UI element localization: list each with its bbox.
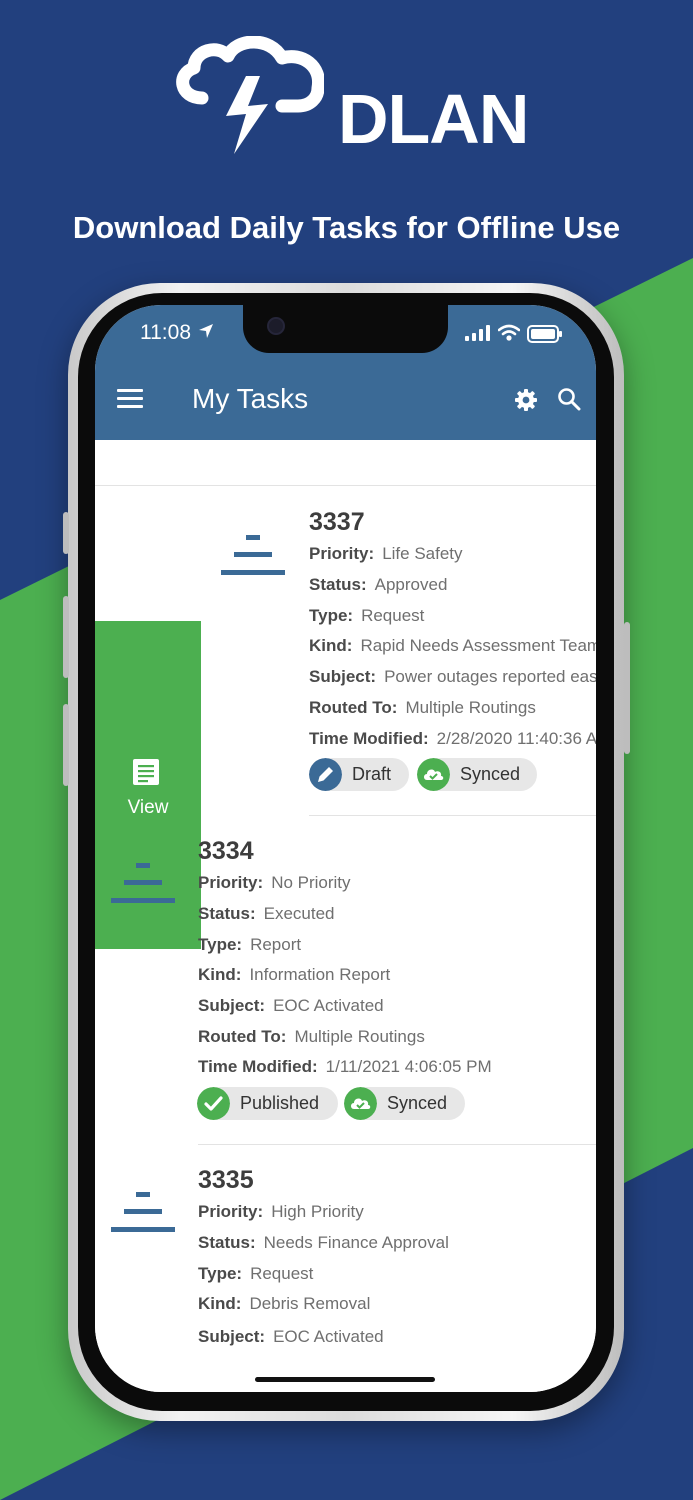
check-icon: [197, 1087, 230, 1120]
phone-power-button: [624, 622, 630, 754]
field-priority: Priority: No Priority: [198, 873, 351, 892]
menu-button[interactable]: [117, 389, 143, 409]
status-badge: Published: [197, 1087, 338, 1120]
field-type: Type: Report: [198, 935, 302, 954]
list-item[interactable]: 3335 Priority: High Priority Status: Needs…: [95, 1144, 596, 1392]
field-routed-to: Routed To: Multiple Routings: [198, 1027, 425, 1046]
phone-volume-down: [63, 704, 69, 786]
priority-bars-icon: [111, 863, 175, 903]
status-bar: 11:08: [95, 305, 596, 359]
location-arrow-icon: [199, 324, 213, 338]
priority-bars-icon: [111, 1192, 175, 1232]
field-kind: Kind: Information Report: [198, 965, 391, 984]
task-list[interactable]: View 3337 Priority: Life Safety Status: Ap…: [95, 440, 596, 1392]
wifi-icon: [498, 324, 520, 341]
menu-icon: [117, 389, 143, 392]
notch: [243, 305, 448, 353]
field-subject: Subject: EOC Activated: [198, 996, 384, 1015]
field-kind: Kind: Rapid Needs Assessment Team: [309, 636, 596, 655]
field-status: Status: Needs Finance Approval: [198, 1233, 449, 1252]
camera: [267, 317, 285, 335]
field-time-modified: Time Modified: 1/11/2021 4:06:05 PM: [198, 1057, 492, 1076]
app-bar: My Tasks: [95, 359, 596, 440]
sync-badge: Synced: [417, 758, 537, 791]
sync-badge: Synced: [344, 1087, 465, 1120]
field-type: Type: Request: [309, 606, 425, 625]
search-icon[interactable]: [557, 387, 581, 411]
cloud-check-icon: [344, 1087, 377, 1120]
cloud-check-icon: [417, 758, 450, 791]
battery-icon: [527, 325, 562, 343]
signal-icon: [465, 325, 490, 341]
field-subject: Subject: Power outages reported east: [309, 667, 596, 686]
phone-screen: 11:08 My Tasks View 3337 Priority: Life …: [95, 305, 596, 1392]
brand-logo: DLAN: [172, 36, 532, 160]
phone-side-button: [63, 512, 69, 554]
field-routed-to: Routed To: Multiple Routings: [309, 698, 536, 717]
headline: Download Daily Tasks for Offline Use: [72, 210, 621, 245]
gear-icon[interactable]: [514, 388, 538, 412]
cloud-lightning-icon: [176, 36, 324, 154]
task-id: 3337: [309, 508, 365, 536]
field-type: Type: Request: [198, 1264, 314, 1283]
page-title: My Tasks: [192, 383, 309, 414]
field-time-modified: Time Modified: 2/28/2020 11:40:36 AM: [309, 729, 596, 748]
status-badge: Draft: [309, 758, 409, 791]
priority-bars-icon: [221, 535, 285, 575]
home-indicator[interactable]: [255, 1377, 435, 1382]
brand-name: DLAN: [338, 80, 529, 158]
field-priority: Priority: High Priority: [198, 1202, 364, 1221]
field-status: Status: Approved: [309, 575, 448, 594]
status-time: 11:08: [140, 321, 191, 344]
field-subject: Subject: EOC Activated: [198, 1327, 384, 1346]
field-priority: Priority: Life Safety: [309, 544, 463, 563]
list-item[interactable]: 3337 Priority: Life Safety Status: Approve…: [95, 485, 596, 815]
field-status: Status: Executed: [198, 904, 335, 923]
pencil-icon: [309, 758, 342, 791]
task-id: 3334: [198, 837, 254, 865]
phone-volume-up: [63, 596, 69, 678]
field-kind: Kind: Debris Removal: [198, 1294, 371, 1313]
list-item[interactable]: 3334 Priority: No Priority Status: Execute…: [95, 815, 596, 1145]
task-id: 3335: [198, 1166, 254, 1194]
